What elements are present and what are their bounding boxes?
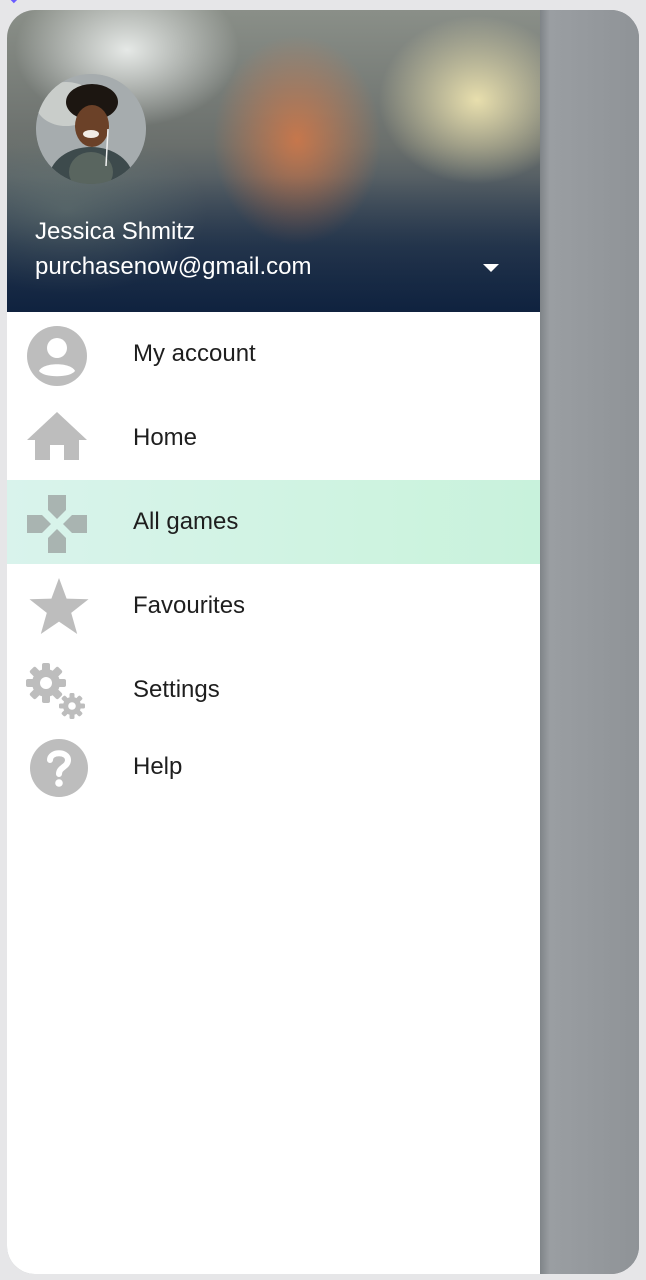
menu-item-settings[interactable]: Settings	[7, 648, 540, 732]
menu-item-all-games[interactable]: All games	[7, 480, 540, 564]
user-name: Jessica Shmitz	[35, 218, 196, 245]
menu-item-home[interactable]: Home	[7, 396, 540, 480]
avatar[interactable]	[36, 74, 146, 184]
menu-item-favourites[interactable]: Favourites	[7, 564, 540, 648]
home-icon	[25, 408, 89, 472]
star-icon	[25, 576, 89, 640]
settings-icon	[25, 660, 89, 724]
dropdown-arrow-icon[interactable]	[477, 254, 505, 282]
account-circle-icon	[25, 324, 89, 388]
drawer-menu: My account Home All games Favourites Set…	[7, 312, 540, 802]
user-email: purchasenow@gmail.com	[35, 253, 312, 280]
menu-item-label: Settings	[133, 676, 220, 703]
menu-item-help[interactable]: Help	[7, 732, 540, 802]
menu-item-label: Help	[133, 753, 183, 780]
menu-item-label: Home	[133, 424, 198, 451]
menu-item-label: My account	[133, 340, 256, 367]
phone-screen: Jessica Shmitz purchasenow@gmail.com My …	[7, 10, 639, 1274]
gamepad-icon	[25, 492, 89, 556]
navigation-drawer: Jessica Shmitz purchasenow@gmail.com My …	[7, 10, 540, 1274]
drawer-scrim[interactable]	[540, 10, 639, 1274]
diamond-icon: ◆	[10, 0, 20, 5]
menu-item-label: All games	[133, 508, 239, 535]
menu-item-my-account[interactable]: My account	[7, 312, 540, 396]
help-icon	[25, 736, 89, 800]
drawer-header: Jessica Shmitz purchasenow@gmail.com	[7, 10, 540, 312]
menu-item-label: Favourites	[133, 592, 246, 619]
